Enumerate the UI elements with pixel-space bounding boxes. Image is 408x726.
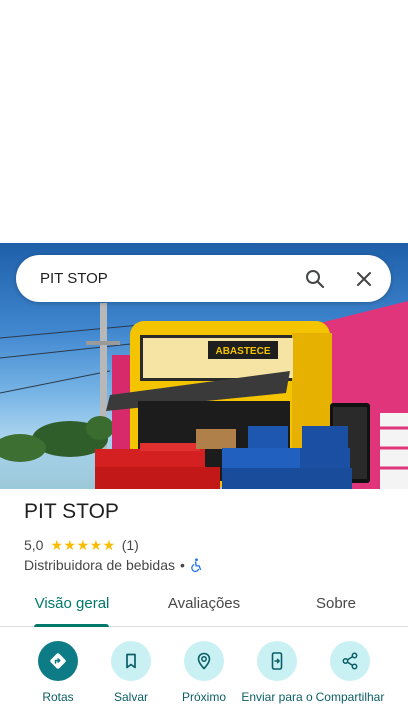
map-blank-area — [0, 0, 408, 243]
search-bar[interactable]: PIT STOP — [16, 255, 391, 302]
share-button[interactable]: Compartilhar — [313, 641, 387, 704]
directions-icon — [50, 653, 66, 669]
nearby-label: Próximo — [181, 690, 226, 704]
nearby-button[interactable]: Próximo — [167, 641, 241, 704]
directions-button[interactable]: Rotas — [21, 641, 95, 704]
share-button-circle[interactable] — [330, 641, 370, 681]
save-button-circle[interactable] — [111, 641, 151, 681]
send-to-phone-button-circle[interactable] — [257, 641, 297, 681]
bookmark-icon — [126, 653, 136, 669]
share-label: Compartilhar — [315, 690, 385, 704]
tab-overview[interactable]: Visão geral — [22, 585, 122, 627]
category-row: Distribuidora de bebidas • — [24, 556, 203, 574]
rating-value: 5,0 — [24, 537, 44, 553]
send-to-phone-icon — [271, 652, 283, 670]
save-button[interactable]: Salvar — [94, 641, 168, 704]
nearby-icon — [197, 652, 211, 670]
rating-row[interactable]: 5,0 ★★★★★ (1) — [24, 536, 139, 554]
review-count[interactable]: (1) — [122, 537, 139, 553]
place-category: Distribuidora de bebidas — [24, 557, 175, 573]
search-icon[interactable] — [303, 267, 327, 291]
directions-button-circle[interactable] — [38, 641, 78, 681]
nearby-button-circle[interactable] — [184, 641, 224, 681]
separator-dot: • — [179, 557, 185, 573]
rating-stars: ★★★★★ — [50, 536, 116, 553]
directions-label: Rotas — [42, 690, 74, 704]
active-tab-indicator — [34, 624, 109, 627]
wheelchair-accessible-icon — [191, 558, 201, 572]
tab-about[interactable]: Sobre — [296, 585, 376, 627]
search-input[interactable]: PIT STOP — [40, 255, 280, 302]
kiosk-sign-text: ABASTECE — [215, 346, 270, 357]
tab-bar: Visão geral Avaliações Sobre — [0, 585, 408, 627]
place-title: PIT STOP — [24, 500, 119, 523]
send-to-phone-button[interactable]: Enviar para o — [240, 641, 314, 704]
send-to-phone-label: Enviar para o — [241, 690, 313, 704]
save-label: Salvar — [113, 690, 148, 704]
share-icon — [342, 652, 358, 670]
close-icon[interactable] — [352, 267, 376, 291]
tab-reviews[interactable]: Avaliações — [154, 585, 254, 627]
